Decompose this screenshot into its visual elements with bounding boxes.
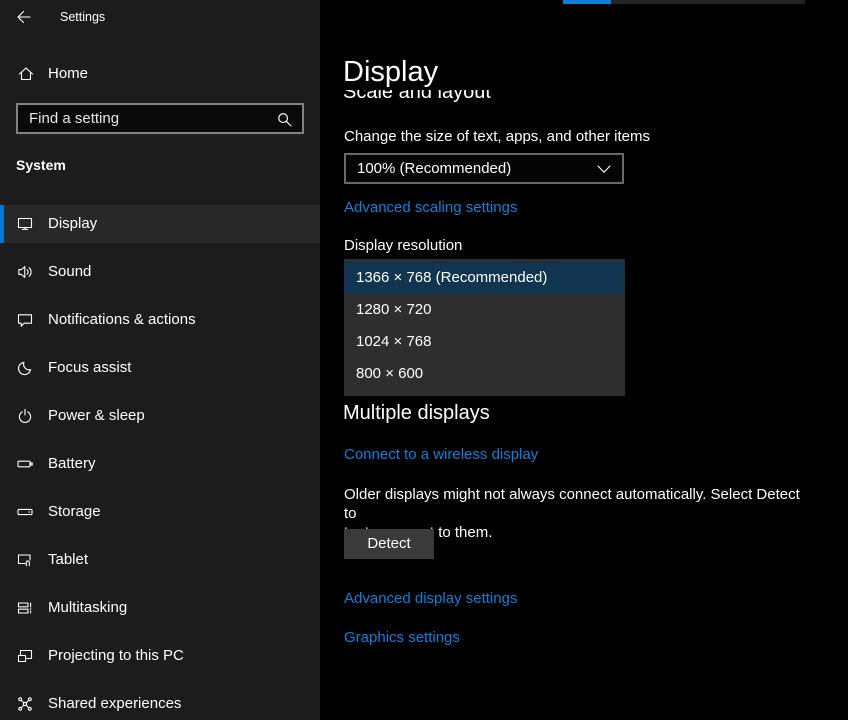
resolution-option[interactable]: 1366 × 768 (Recommended) xyxy=(344,262,625,294)
background-window-active-tab-indicator xyxy=(563,0,611,4)
back-arrow-icon xyxy=(16,9,32,25)
sidebar-item-multitasking[interactable]: Multitasking xyxy=(0,589,320,627)
sidebar-item-label: Home xyxy=(48,56,88,92)
sidebar-item-home[interactable]: Home xyxy=(0,56,320,92)
display-resolution-label: Display resolution xyxy=(344,237,462,255)
sound-icon xyxy=(17,264,33,280)
settings-sidebar: Settings Home System Display xyxy=(0,0,320,720)
resolution-option[interactable]: 1280 × 720 xyxy=(344,294,625,326)
chevron-down-icon xyxy=(597,165,611,174)
sidebar-section-system: System xyxy=(16,157,66,173)
notifications-icon xyxy=(17,312,33,328)
titlebar: Settings xyxy=(0,0,320,34)
sidebar-item-label: Shared experiences xyxy=(48,685,181,720)
sidebar-item-tablet[interactable]: Tablet xyxy=(0,541,320,579)
resolution-option[interactable]: 1024 × 768 xyxy=(344,326,625,358)
battery-icon xyxy=(17,456,33,472)
sidebar-item-power-sleep[interactable]: Power & sleep xyxy=(0,397,320,435)
scale-size-label: Change the size of text, apps, and other… xyxy=(344,128,650,146)
sidebar-item-sound[interactable]: Sound xyxy=(0,253,320,291)
sidebar-item-label: Storage xyxy=(48,493,101,531)
search-box xyxy=(16,103,304,134)
display-icon xyxy=(17,216,33,232)
resolution-option[interactable]: 800 × 600 xyxy=(344,358,625,390)
display-settings-page: Display Scale and layout Change the size… xyxy=(320,0,848,720)
detect-button[interactable]: Detect xyxy=(344,529,434,559)
section-heading-multiple-displays: Multiple displays xyxy=(343,400,490,426)
focus-assist-icon xyxy=(17,360,33,376)
selected-accent-bar xyxy=(0,205,4,243)
sidebar-item-notifications[interactable]: Notifications & actions xyxy=(0,301,320,339)
sidebar-item-projecting[interactable]: Projecting to this PC xyxy=(0,637,320,675)
page-title: Display xyxy=(343,54,438,90)
sidebar-item-display[interactable]: Display xyxy=(0,205,320,243)
scale-select-value: 100% (Recommended) xyxy=(357,155,511,182)
search-input[interactable] xyxy=(18,105,268,132)
window-title: Settings xyxy=(60,9,105,25)
power-icon xyxy=(17,408,33,424)
search-icon xyxy=(276,111,293,128)
storage-icon xyxy=(17,504,33,520)
advanced-display-settings-link[interactable]: Advanced display settings xyxy=(344,590,517,608)
projecting-icon xyxy=(17,648,33,664)
resolution-dropdown-flyout: 1366 × 768 (Recommended) 1280 × 720 1024… xyxy=(344,259,625,396)
sidebar-item-label: Display xyxy=(48,205,97,243)
sidebar-item-label: Sound xyxy=(48,253,91,291)
advanced-scaling-settings-link[interactable]: Advanced scaling settings xyxy=(344,199,517,217)
scale-select[interactable]: 100% (Recommended) xyxy=(344,153,624,184)
shared-experiences-icon xyxy=(17,696,33,712)
multitasking-icon xyxy=(17,600,33,616)
sidebar-item-label: Power & sleep xyxy=(48,397,145,435)
sidebar-nav-list: Display Sound Notifications & actions Fo… xyxy=(0,205,320,720)
sidebar-item-storage[interactable]: Storage xyxy=(0,493,320,531)
sidebar-item-label: Notifications & actions xyxy=(48,301,196,339)
section-heading-scale-and-layout: Scale and layout xyxy=(343,90,643,103)
connect-wireless-display-link[interactable]: Connect to a wireless display xyxy=(344,446,538,464)
sidebar-item-label: Projecting to this PC xyxy=(48,637,184,675)
tablet-icon xyxy=(17,552,33,568)
sidebar-item-shared-experiences[interactable]: Shared experiences xyxy=(0,685,320,720)
background-window-tab-strip[interactable] xyxy=(611,0,805,4)
sidebar-item-label: Multitasking xyxy=(48,589,127,627)
sidebar-item-label: Battery xyxy=(48,445,96,483)
sidebar-item-label: Focus assist xyxy=(48,349,131,387)
sidebar-item-focus-assist[interactable]: Focus assist xyxy=(0,349,320,387)
home-icon xyxy=(18,66,34,82)
sidebar-item-battery[interactable]: Battery xyxy=(0,445,320,483)
sidebar-item-label: Tablet xyxy=(48,541,88,579)
back-button[interactable] xyxy=(16,9,32,25)
graphics-settings-link[interactable]: Graphics settings xyxy=(344,629,460,647)
